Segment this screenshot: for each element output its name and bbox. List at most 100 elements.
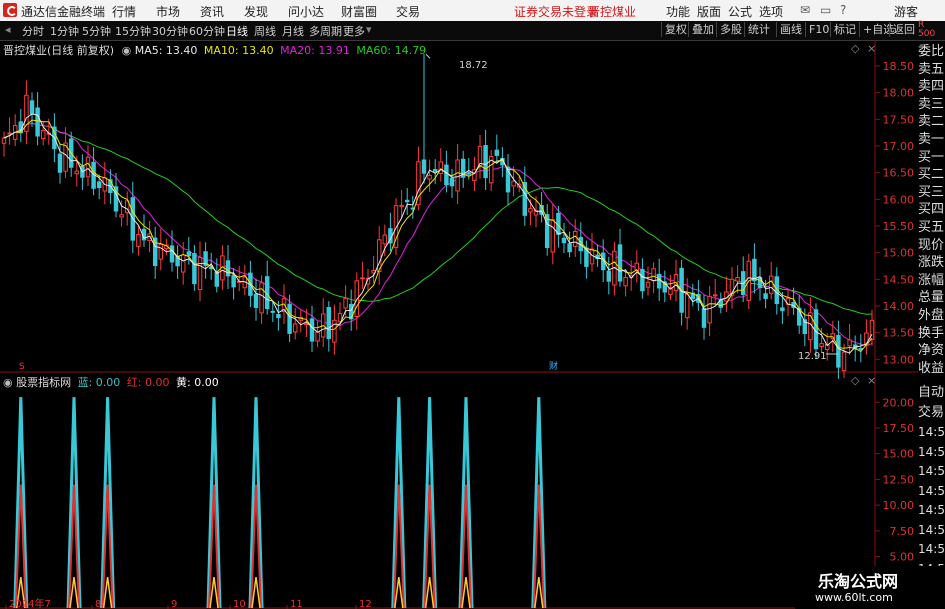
tick-time: 14:56 [918,483,945,498]
period-5min[interactable]: 5分钟 [82,23,111,39]
window-icon[interactable]: ▭ [820,3,831,17]
menu-layout[interactable]: 版面 [697,3,721,20]
candle-body [96,181,102,189]
adjust-button[interactable]: 复权 [661,22,690,37]
period-15min[interactable]: 15分钟 [115,23,151,39]
indicator-tick-label: 15.00 [883,448,915,461]
menu-market[interactable]: 市场 [156,3,180,20]
yellow-spike [69,577,79,609]
candle-body [617,244,623,282]
app-logo-icon [3,3,17,17]
quote-label: 现价 [918,237,945,253]
quote-label: 卖三 [918,96,945,112]
watermark: 乐淘公式网 www.60lt.com [795,566,945,609]
overlay-button[interactable]: 叠加 [688,22,717,37]
candle-body [707,295,712,324]
candle-body [511,180,516,187]
max-price-label: 18.72 [459,60,488,71]
quote-label: 委比 [918,44,945,59]
quote-label: 买五 [918,220,945,235]
period-intraday[interactable]: 分时 [22,23,44,39]
mark-button[interactable]: 标记 [830,22,859,37]
kline-chart[interactable]: 18.50 18.00 17.50 17.00 16.50 16.00 15.50 15.00… [0,40,918,609]
candle-body [343,297,348,309]
candle-body [763,293,768,299]
candle-body [427,174,432,180]
yellow-spike [102,577,113,609]
mail-icon[interactable]: ✉ [800,3,810,17]
period-30min[interactable]: 30分钟 [152,23,188,39]
candle-body [360,277,365,280]
price-tick-label: 18.00 [883,87,915,100]
price-tick-label: 18.50 [883,60,915,73]
panel-toggle-icon[interactable]: ◂ [5,23,11,36]
menu-wealth[interactable]: 财富圈 [341,3,377,20]
f10-button[interactable]: F10 [805,22,832,37]
draw-line-button[interactable]: 画线 [776,22,805,37]
candle-body [304,323,309,326]
candle-body [332,319,337,343]
help-icon[interactable]: ? [840,3,846,17]
menu-quote[interactable]: 行情 [112,3,136,20]
candle-body [253,293,259,308]
period-more[interactable]: 更多 [343,23,365,39]
trade-label: 自动 [918,385,945,400]
date-label: 12 [359,599,372,609]
quote-label: 卖二 [918,114,945,130]
candle-body [651,268,656,282]
candle-body [7,132,12,135]
max-leader [425,53,431,59]
candle-body [768,275,774,294]
date-label: 8 [95,599,101,609]
period-daily[interactable]: 日线 [226,23,248,39]
user-name[interactable]: 游客 [894,3,918,20]
tick-time: 14:56 [918,444,945,459]
yellow-spike [424,577,435,609]
candle-body [528,208,533,213]
candle-body [74,170,80,175]
candle-body [192,253,197,285]
menu-formula[interactable]: 公式 [728,3,752,20]
quote-label: 卖五 [918,61,945,77]
more-chevron-icon[interactable]: ▾ [366,23,372,36]
candle-body [477,145,483,166]
quote-label: 买四 [918,202,945,218]
candle-body [684,293,690,319]
date-label: 10 [233,599,246,609]
menu-ask[interactable]: 问小达 [288,3,324,20]
candle-body [326,307,332,339]
multi-stock-button[interactable]: 多股 [716,22,745,37]
candle-body [572,230,578,247]
candle-body [483,145,488,179]
menu-discover[interactable]: 发现 [244,3,268,20]
min-price-label: 12.91 [798,351,827,362]
chart-grid [0,40,918,609]
candle-body [640,269,645,292]
menu-news[interactable]: 资讯 [200,3,224,20]
candles [1,54,875,379]
trade-login-warning[interactable]: 证券交易未登录 [514,3,598,20]
menu-trade[interactable]: 交易 [396,3,420,20]
event-mark-s[interactable]: S [19,362,25,372]
yellow-spike [394,577,404,609]
period-toolbar: ◂ 分时 1分钟 5分钟 15分钟 30分钟 60分钟 日线 周线 月线 多周期… [0,21,945,41]
candle-body [645,281,651,288]
event-mark-finance[interactable]: 财 [549,360,558,372]
tick-time: 14:56 [918,464,945,478]
menu-function[interactable]: 功能 [666,3,690,20]
candle-body [449,177,455,187]
period-weekly[interactable]: 周线 [254,23,276,39]
statistics-button[interactable]: 统计 [744,22,773,37]
back-button[interactable]: 返回 [889,22,918,37]
period-60min[interactable]: 60分钟 [189,23,225,39]
period-1min[interactable]: 1分钟 [50,23,79,39]
period-multi[interactable]: 多周期 [309,23,342,39]
tick-time: 14:56 [918,425,945,439]
candle-body [197,256,203,291]
quote-label: 净资 [918,343,945,359]
candle-body [214,271,220,287]
menu-options[interactable]: 选项 [759,3,783,20]
period-monthly[interactable]: 月线 [282,23,304,39]
quote-label: 买三 [918,184,945,200]
candle-body [348,303,354,320]
